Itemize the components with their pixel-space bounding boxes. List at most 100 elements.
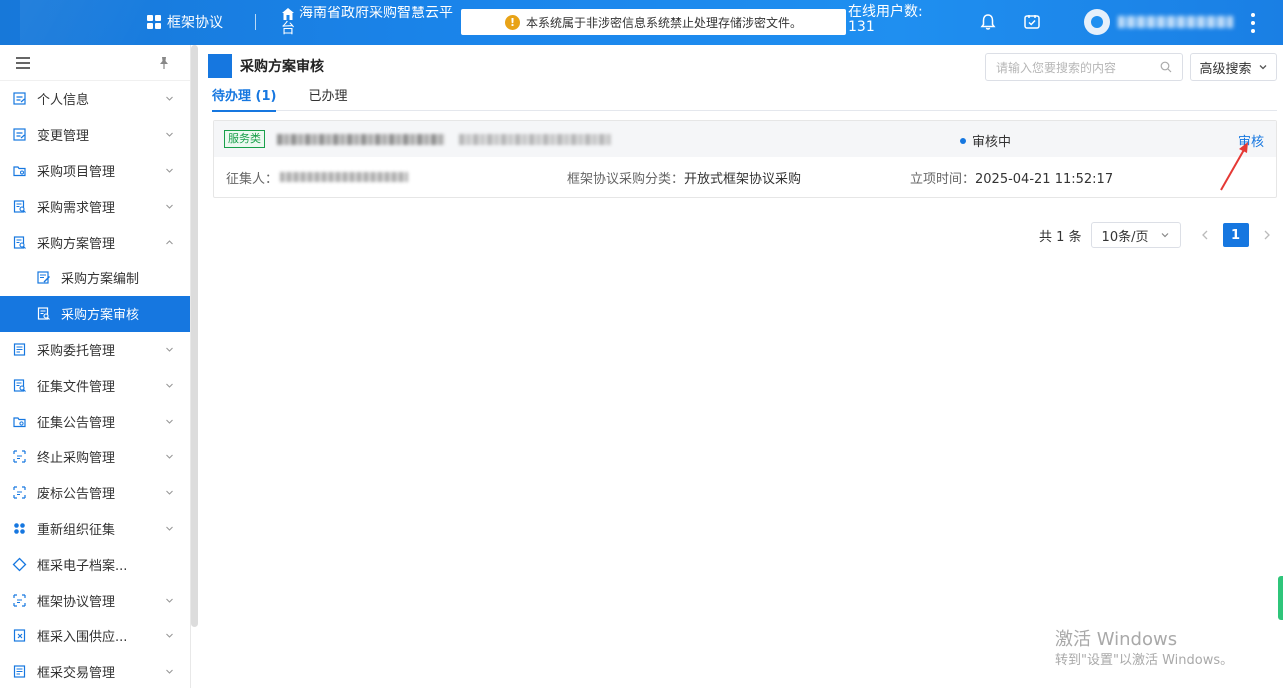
- status-badge: 审核中: [960, 131, 1011, 150]
- sidebar-item-13[interactable]: 框采电子档案...: [0, 546, 190, 582]
- page-size-select[interactable]: 10条/页: [1090, 222, 1181, 248]
- side-widget-handle[interactable]: [1278, 576, 1283, 620]
- collector-field: 征集人：: [226, 168, 409, 187]
- pin-icon[interactable]: [158, 56, 170, 70]
- chevron-down-icon: [166, 347, 173, 352]
- sidebar-item-14[interactable]: 框架协议管理: [0, 582, 190, 618]
- sidebar-item-12[interactable]: 重新组织征集: [0, 511, 190, 547]
- chevron-down-icon: [166, 419, 173, 424]
- sidebar-item-label: 变更管理: [37, 129, 90, 145]
- chevron-left-icon[interactable]: [1199, 229, 1211, 241]
- page-title: 采购方案审核: [240, 59, 324, 75]
- watermark-line1: 激活 Windows: [1055, 629, 1178, 650]
- sidebar-item-1[interactable]: 变更管理: [0, 117, 190, 153]
- sidebar-item-label: 征集公告管理: [37, 415, 116, 431]
- sidebar-item-6[interactable]: 采购方案审核: [0, 295, 190, 332]
- menu-toggle-icon[interactable]: [16, 56, 30, 69]
- page-title-icon: [208, 54, 232, 78]
- tab-bar: 待办理 (1) 已办理: [212, 87, 1277, 112]
- sidebar-item-10[interactable]: 终止采购管理: [0, 439, 190, 475]
- folder-icon: [12, 163, 27, 178]
- page-size-value: 10条/页: [1101, 229, 1149, 245]
- chevron-right-icon[interactable]: [1261, 229, 1273, 241]
- message-check-icon[interactable]: [1022, 12, 1042, 32]
- sidebar-scrollbar[interactable]: [191, 45, 198, 627]
- sidebar-item-5[interactable]: 采购方案编制: [0, 260, 190, 296]
- frame-icon: [12, 485, 27, 500]
- sidebar-item-label: 框采电子档案...: [37, 558, 128, 574]
- sidebar-item-7[interactable]: 采购委托管理: [0, 332, 190, 368]
- apps-icon: [12, 521, 27, 536]
- pagination-total: 共 1 条: [1039, 229, 1082, 245]
- bell-icon[interactable]: [978, 12, 998, 32]
- more-vertical-icon[interactable]: [1250, 13, 1256, 33]
- online-users: 在线用户数: 131: [848, 5, 923, 35]
- project-time-label: 立项时间：: [910, 171, 976, 187]
- doc-search-icon: [12, 378, 27, 393]
- windows-activation-watermark: 激活 Windows 转到"设置"以激活 Windows。: [1055, 628, 1233, 670]
- edit-doc-icon: [36, 270, 51, 285]
- project-code-redacted: [459, 133, 611, 145]
- sidebar-item-8[interactable]: 征集文件管理: [0, 367, 190, 403]
- sidebar-item-9[interactable]: 征集公告管理: [0, 403, 190, 439]
- topbar-divider: [255, 14, 256, 30]
- annotation-arrow-icon: [1220, 142, 1248, 191]
- sidebar-item-label: 框采入围供应...: [37, 630, 128, 646]
- user-menu[interactable]: [1084, 9, 1233, 35]
- category-field: 框架协议采购分类：开放式框架协议采购: [567, 168, 801, 187]
- sidebar-item-label: 采购委托管理: [37, 343, 116, 359]
- module-name: 框架协议: [167, 15, 223, 31]
- topbar-decoration: [20, 0, 150, 45]
- online-users-label: 在线用户数:: [848, 4, 923, 20]
- sidebar-item-0[interactable]: 个人信息: [0, 81, 190, 117]
- main-content: 采购方案审核 请输入您要搜索的内容 高级搜索 待办理 (1) 已办理 服务类 审…: [199, 45, 1283, 688]
- username-redacted: [1118, 16, 1233, 28]
- sidebar-item-label: 框采交易管理: [37, 666, 116, 682]
- module-switcher[interactable]: 框架协议: [147, 12, 223, 32]
- category-value: 开放式框架协议采购: [684, 171, 802, 187]
- sidebar: 个人信息变更管理采购项目管理 采购需求管理采购方案管理采购方案编制采购方案审核采购…: [0, 45, 191, 688]
- tab-done[interactable]: 已办理: [308, 87, 347, 111]
- sidebar-menu: 个人信息变更管理采购项目管理 采购需求管理采购方案管理采购方案编制采购方案审核采购…: [0, 81, 190, 690]
- page-number-current[interactable]: 1: [1222, 223, 1249, 247]
- tab-pending[interactable]: 待办理 (1): [212, 87, 277, 112]
- warning-icon: !: [504, 14, 520, 30]
- sidebar-item-label: 终止采购管理: [37, 451, 116, 467]
- record-header: 服务类 审核中 审核: [214, 121, 1276, 157]
- page-header: 采购方案审核: [208, 54, 324, 78]
- grid-icon: [147, 15, 161, 29]
- sidebar-item-label: 重新组织征集: [37, 522, 116, 538]
- sidebar-item-16[interactable]: 框采交易管理: [0, 654, 190, 690]
- chevron-down-icon: [166, 383, 173, 388]
- security-notice: ! 本系统属于非涉密信息系统禁止处理存储涉密文件。: [461, 9, 846, 35]
- home-icon: [282, 8, 294, 20]
- collector-redacted: [280, 172, 409, 182]
- form-icon: [12, 91, 27, 106]
- sidebar-item-label: 废标公告管理: [37, 487, 116, 503]
- sidebar-item-11[interactable]: 废标公告管理: [0, 475, 190, 511]
- chevron-up-icon: [166, 239, 173, 244]
- collector-label: 征集人：: [226, 171, 279, 187]
- chevron-down-icon: [166, 168, 173, 173]
- doc-x-icon: [12, 628, 27, 643]
- security-notice-text: 本系统属于非涉密信息系统禁止处理存储涉密文件。: [525, 15, 802, 30]
- search-input[interactable]: 请输入您要搜索的内容: [985, 53, 1183, 81]
- search-icon[interactable]: [1160, 61, 1172, 73]
- chevron-down-icon: [166, 454, 173, 460]
- status-text: 审核中: [972, 135, 1012, 150]
- sidebar-item-15[interactable]: 框采入围供应...: [0, 618, 190, 654]
- sidebar-item-3[interactable]: 采购需求管理: [0, 188, 190, 224]
- sidebar-item-4[interactable]: 采购方案管理: [0, 224, 190, 260]
- advanced-search-button[interactable]: 高级搜索: [1190, 53, 1277, 81]
- sidebar-item-2[interactable]: 采购项目管理: [0, 153, 190, 189]
- form-icon: [12, 127, 27, 142]
- platform-home-link[interactable]: 海南省政府采购智慧云平 台: [281, 6, 479, 37]
- sidebar-item-label: 采购方案审核: [61, 308, 140, 324]
- record-details: 征集人： 框架协议采购分类：开放式框架协议采购 立项时间：2025-04-21 …: [214, 157, 1276, 197]
- folder-search-icon: [12, 414, 27, 429]
- sidebar-item-label: 采购方案管理: [37, 236, 116, 252]
- doc-search-icon: [12, 235, 27, 250]
- chevron-down-icon: [166, 204, 173, 209]
- advanced-search-label: 高级搜索: [1199, 61, 1252, 77]
- project-name-redacted: [277, 133, 445, 145]
